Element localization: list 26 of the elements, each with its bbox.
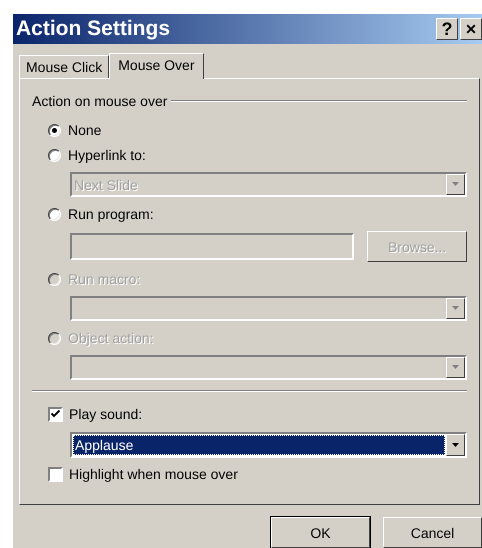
dropdown-value: Applause	[73, 435, 445, 455]
radio-label[interactable]: Run program:	[68, 206, 154, 222]
checkbox-label[interactable]: Play sound:	[69, 406, 142, 422]
tab[interactable]: Mouse Click	[19, 55, 110, 78]
checkmark-icon	[51, 410, 60, 418]
dialog-button[interactable]: OK	[271, 517, 370, 548]
group-title: Action on mouse over	[32, 93, 168, 109]
radio-button[interactable]	[48, 148, 61, 162]
tab[interactable]: Mouse Over	[109, 53, 204, 79]
checkbox-label[interactable]: Highlight when mouse over	[69, 466, 238, 482]
close-button[interactable]: ×	[460, 18, 482, 40]
caret-icon	[451, 442, 460, 448]
help-button[interactable]: ?	[436, 18, 458, 40]
dropdown-arrow-button[interactable]	[446, 434, 465, 456]
dialog-button[interactable]: Cancel	[383, 517, 482, 548]
radio-label[interactable]: Hyperlink to:	[68, 147, 146, 163]
radio-label[interactable]: None	[68, 122, 102, 138]
caret-icon	[451, 365, 460, 370]
checkbox[interactable]	[48, 406, 63, 422]
checkbox[interactable]	[48, 466, 63, 482]
caret-icon	[451, 306, 460, 311]
caret-icon	[451, 182, 460, 187]
radio-button[interactable]	[48, 208, 61, 220]
dropdown-field[interactable]: Applause	[70, 432, 467, 458]
radio-button[interactable]	[48, 124, 61, 136]
window-title: Action Settings	[16, 17, 172, 41]
